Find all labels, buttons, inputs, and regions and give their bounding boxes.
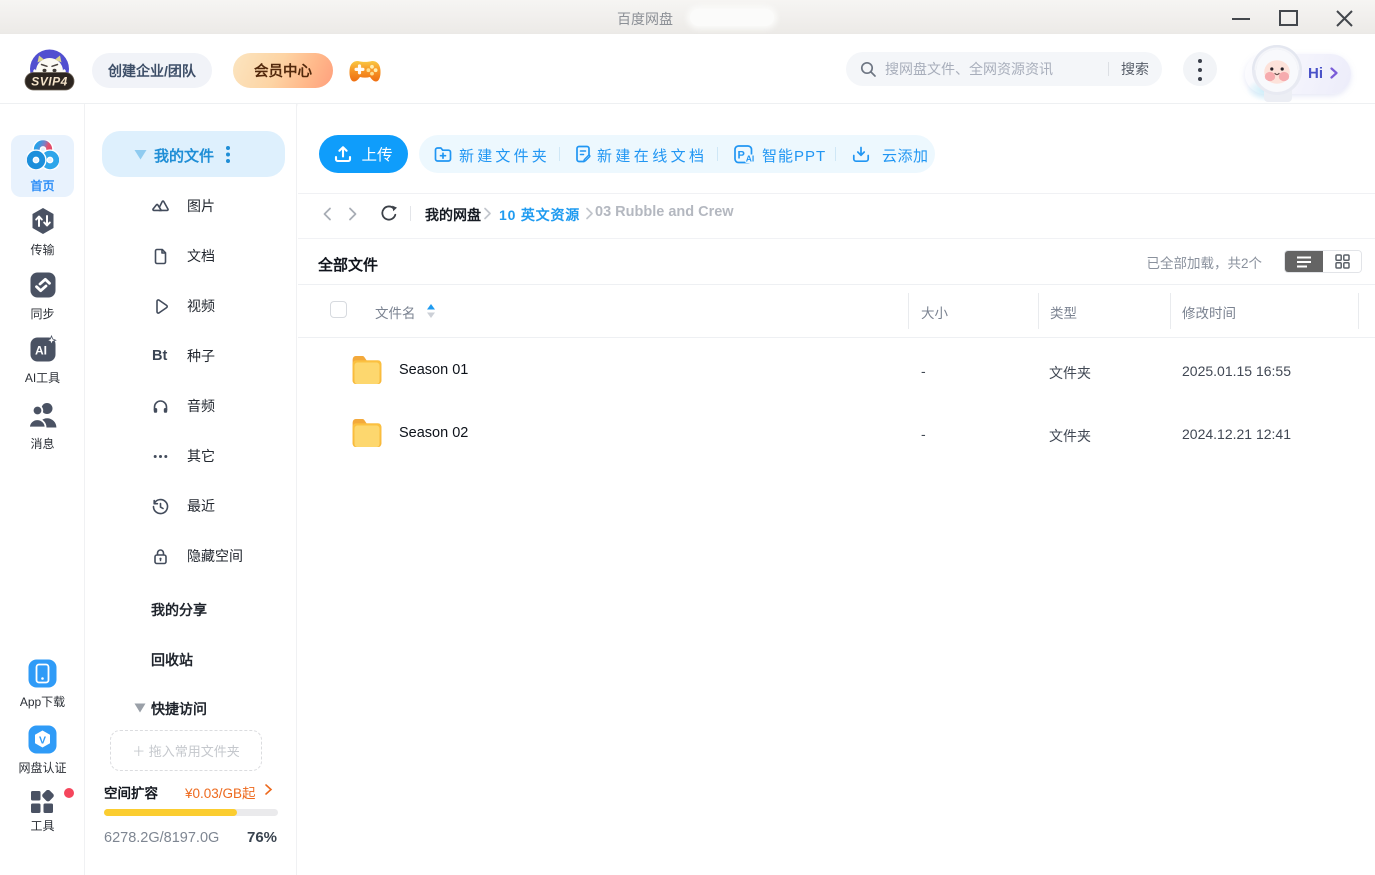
svg-text:AI: AI	[35, 344, 47, 358]
svg-text:V: V	[39, 735, 46, 747]
svg-text:SVIP4: SVIP4	[31, 75, 68, 89]
svg-text:P: P	[738, 150, 745, 162]
svg-text:AI: AI	[746, 154, 755, 164]
